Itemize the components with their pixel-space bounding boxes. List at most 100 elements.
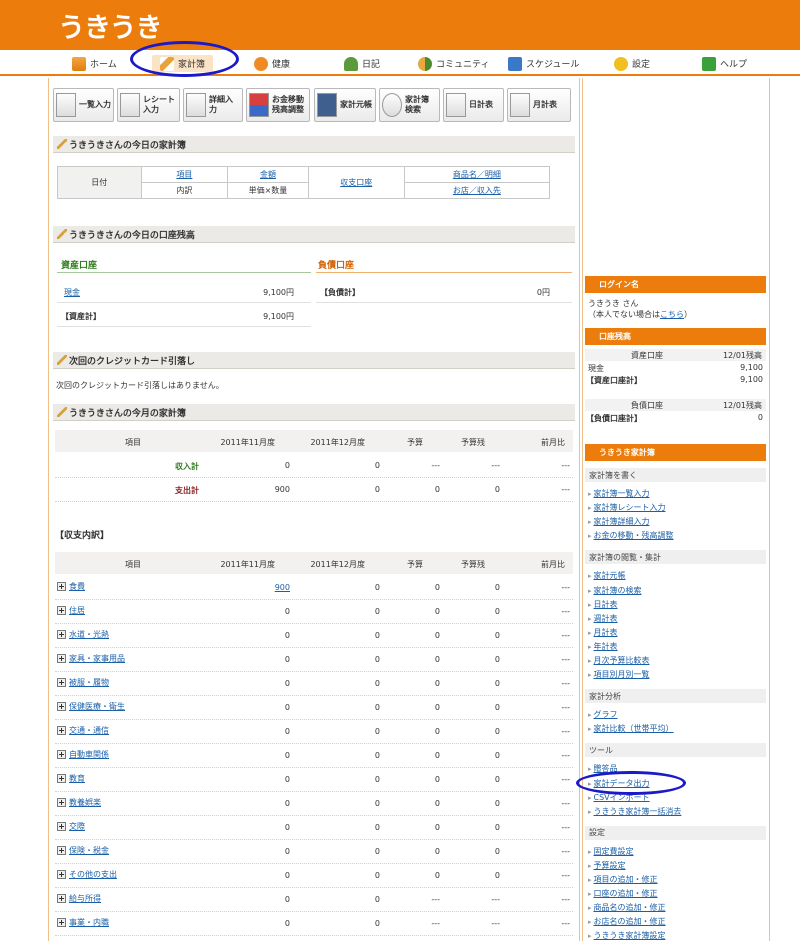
expand-plus-icon[interactable] <box>57 678 66 687</box>
side-menu-link[interactable]: 家計比較（世帯平均） <box>588 723 674 734</box>
not-me-link[interactable]: こちら <box>660 310 684 319</box>
expand-plus-icon[interactable] <box>57 846 66 855</box>
unit-quantity-column-header: 単価×数量 <box>227 182 309 199</box>
kakeibo-search-button[interactable]: 家計簿 検索 <box>379 88 440 122</box>
expand-plus-icon[interactable] <box>57 822 66 831</box>
credit-card-message: 次回のクレジットカード引落しはありません。 <box>56 381 224 390</box>
table-cell: 0 <box>284 847 290 856</box>
expand-plus-icon[interactable] <box>57 798 66 807</box>
expand-plus-icon[interactable] <box>57 582 66 591</box>
credit-card-header: 次回のクレジットカード引落し <box>53 352 575 369</box>
liability-total-label: 【負債計】 <box>320 288 360 297</box>
side-menu-link[interactable]: 日計表 <box>588 599 618 610</box>
side-menu-link[interactable]: 項目の追加・修正 <box>588 874 658 885</box>
table-cell: 0 <box>374 847 380 856</box>
side-menu-link[interactable]: 商品名の追加・修正 <box>588 902 666 913</box>
row-label: 教育 <box>57 773 85 784</box>
table-cell: 0 <box>434 727 440 736</box>
side-menu-link[interactable]: 口座の追加・修正 <box>588 888 658 899</box>
category-link[interactable]: 教養娯楽 <box>69 797 101 808</box>
nav-diary[interactable]: 日記 <box>344 55 380 72</box>
heart-icon <box>254 56 268 71</box>
category-link[interactable]: 食費 <box>69 581 85 592</box>
table-cell: 0 <box>284 631 290 640</box>
money-transfer-button[interactable]: お金移動 残高調整 <box>246 88 310 122</box>
expand-plus-icon[interactable] <box>57 726 66 735</box>
table-row: 事業・内職 0 0 --- --- --- <box>55 912 573 936</box>
category-link[interactable]: 教育 <box>69 773 85 784</box>
category-link[interactable]: 被服・履物 <box>69 677 109 688</box>
divider <box>316 272 572 273</box>
nav-health[interactable]: 健康 <box>254 55 290 72</box>
side-menu-link[interactable]: 家計簿詳細入力 <box>588 516 650 527</box>
table-row: 食費 900 0 0 0 --- <box>55 576 573 600</box>
side-menu-link[interactable]: うきうき家計簿一括消去 <box>588 806 682 817</box>
category-link[interactable]: 交通・通信 <box>69 725 109 736</box>
side-menu-link[interactable]: 項目別月別一覧 <box>588 669 650 680</box>
side-menu-link[interactable]: うきうき家計簿設定 <box>588 930 666 941</box>
category-link[interactable]: その他の支出 <box>69 869 117 880</box>
expand-plus-icon[interactable] <box>57 774 66 783</box>
daily-report-button[interactable]: 日計表 <box>443 88 504 122</box>
divider <box>57 302 311 303</box>
global-nav: ホーム 家計簿 健康 日記 コミュニティ スケジュール 設定 ヘルプ <box>0 50 800 76</box>
cash-account-link[interactable]: 現金 <box>64 287 80 298</box>
category-link[interactable]: 保険・税金 <box>69 845 109 856</box>
nav-help[interactable]: ヘルプ <box>702 55 747 72</box>
detail-input-button[interactable]: 詳細入力 <box>183 88 243 122</box>
expand-plus-icon[interactable] <box>57 870 66 879</box>
list-input-button[interactable]: 一覧入力 <box>53 88 114 122</box>
side-menu-link[interactable]: 予算設定 <box>588 860 626 871</box>
community-icon <box>418 56 432 71</box>
receipt-input-button[interactable]: レシート入力 <box>117 88 180 122</box>
amount-column-header[interactable]: 金額 <box>227 166 309 183</box>
side-menu-link[interactable]: 週計表 <box>588 613 618 624</box>
nav-schedule[interactable]: スケジュール <box>508 55 579 72</box>
product-column-header[interactable]: 商品名／明細 <box>403 166 551 183</box>
side-menu-link[interactable]: 家計簿レシート入力 <box>588 502 666 513</box>
expand-plus-icon[interactable] <box>57 702 66 711</box>
expand-plus-icon[interactable] <box>57 750 66 759</box>
expand-plus-icon[interactable] <box>57 630 66 639</box>
side-menu-link[interactable]: 固定費設定 <box>588 846 634 857</box>
side-menu-link[interactable]: グラフ <box>588 709 618 720</box>
table-cell: 0 <box>374 679 380 688</box>
category-link[interactable]: 給与所得 <box>69 893 101 904</box>
amount-link[interactable]: 900 <box>255 583 290 592</box>
table-cell: 0 <box>434 871 440 880</box>
category-link[interactable]: 自動車関係 <box>69 749 109 760</box>
expand-plus-icon[interactable] <box>57 606 66 615</box>
site-logo[interactable]: うきうき <box>58 6 162 45</box>
side-menu-link[interactable]: 家計簿の検索 <box>588 585 642 596</box>
nav-community[interactable]: コミュニティ <box>418 55 489 72</box>
side-menu-link[interactable]: お店名の追加・修正 <box>588 916 666 927</box>
category-link[interactable]: 交際 <box>69 821 85 832</box>
expand-plus-icon[interactable] <box>57 654 66 663</box>
category-link[interactable]: 家具・家事用品 <box>69 653 125 664</box>
expand-plus-icon[interactable] <box>57 894 66 903</box>
nav-home[interactable]: ホーム <box>72 55 117 72</box>
monthly-report-button[interactable]: 月計表 <box>507 88 571 122</box>
expand-plus-icon[interactable] <box>57 918 66 927</box>
side-menu-link[interactable]: 家計元帳 <box>588 570 626 581</box>
side-menu-link[interactable]: 月次予算比較表 <box>588 655 650 666</box>
side-menu-link[interactable]: 年計表 <box>588 641 618 652</box>
side-menu-link[interactable]: お金の移動・残高調整 <box>588 530 674 541</box>
side-menu-link[interactable]: 家計簿一覧入力 <box>588 488 650 499</box>
ledger-button[interactable]: 家計元帳 <box>314 88 376 122</box>
side-menu-link[interactable]: 月計表 <box>588 627 618 638</box>
table-cell: 0 <box>284 823 290 832</box>
table-cell: 0 <box>494 703 500 712</box>
daily-sheet-icon <box>446 93 466 117</box>
item-column-header[interactable]: 項目 <box>140 166 229 183</box>
category-link[interactable]: 保健医療・衛生 <box>69 701 125 712</box>
account-column-header[interactable]: 収支口座 <box>307 166 405 199</box>
row-label: その他の支出 <box>57 869 117 880</box>
category-link[interactable]: 水道・光熱 <box>69 629 109 640</box>
star-icon <box>614 56 628 71</box>
nav-settings[interactable]: 設定 <box>614 55 650 72</box>
category-link[interactable]: 住居 <box>69 605 85 616</box>
side-liability-total-value: 0 <box>757 413 763 422</box>
category-link[interactable]: 事業・内職 <box>69 917 109 928</box>
shop-column-header[interactable]: お店／収入先 <box>403 182 551 199</box>
